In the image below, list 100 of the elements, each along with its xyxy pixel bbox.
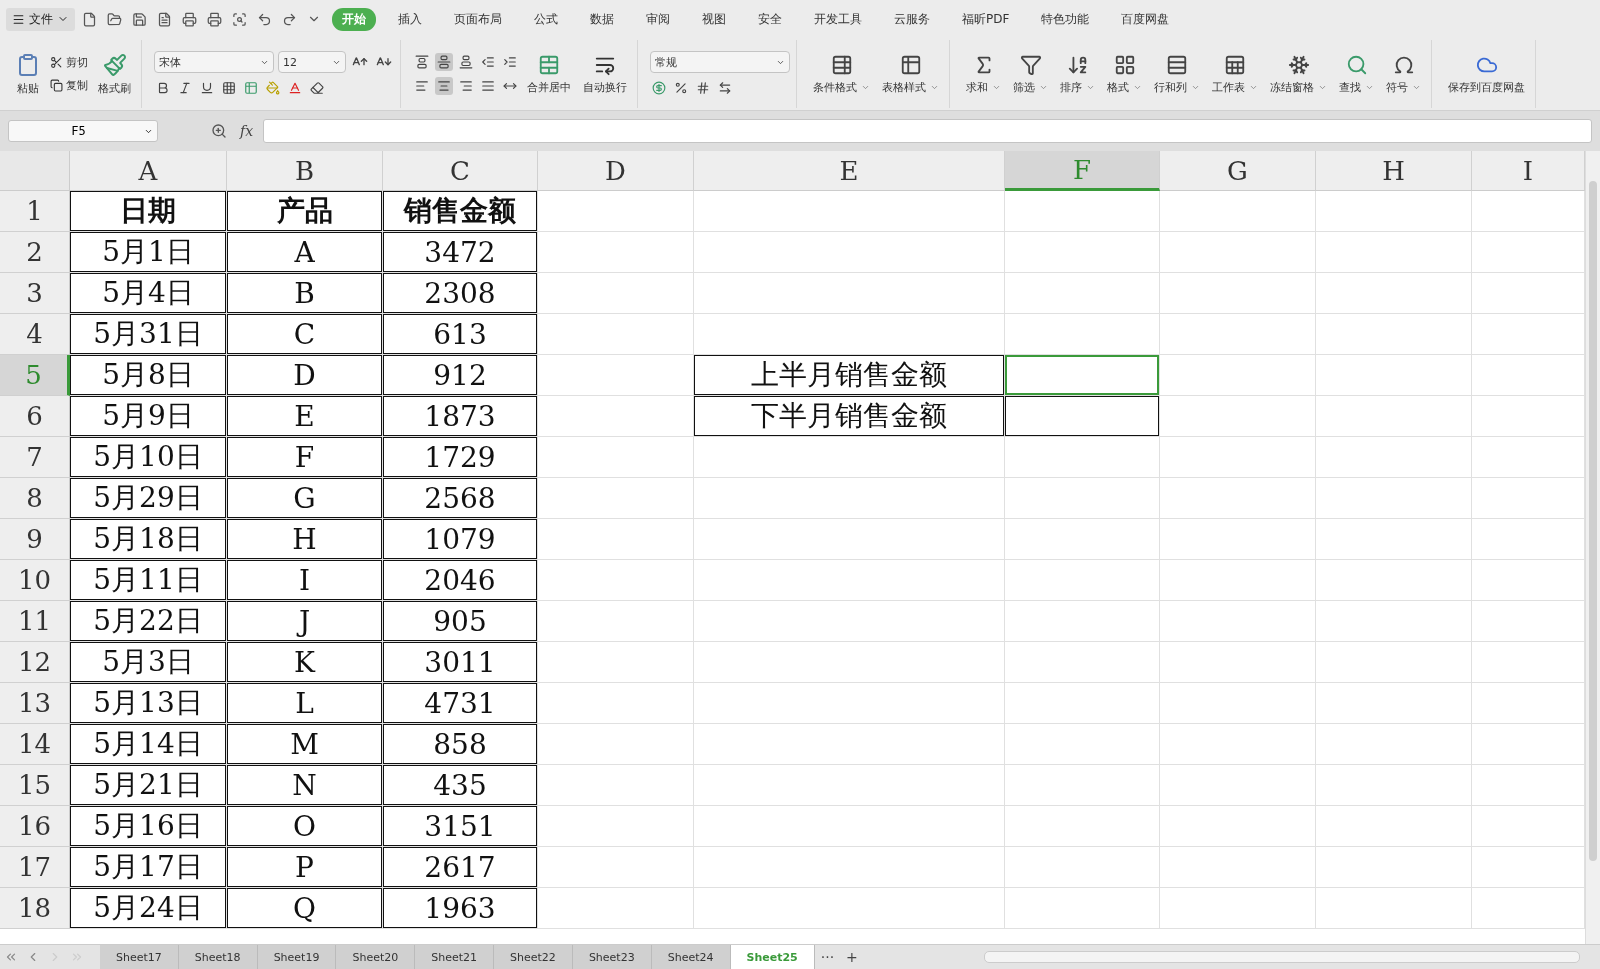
ribbon-tool-button[interactable]: 条件格式 bbox=[809, 51, 874, 97]
column-header[interactable]: I bbox=[1472, 151, 1585, 191]
sheet-tab[interactable]: Sheet24 bbox=[651, 945, 731, 969]
row-header[interactable]: 7 bbox=[0, 437, 70, 478]
row-header[interactable]: 1 bbox=[0, 191, 70, 232]
column-header[interactable]: C bbox=[383, 151, 538, 191]
font-name-dropdown[interactable]: 宋体 bbox=[154, 51, 274, 73]
align-bottom-icon[interactable] bbox=[457, 53, 475, 71]
format-painter-button[interactable]: 格式刷 bbox=[94, 50, 135, 98]
table-cell: 5月8日 bbox=[70, 355, 227, 396]
table-cell: 5月21日 bbox=[70, 765, 227, 806]
column-header[interactable]: E bbox=[694, 151, 1005, 191]
ribbon-tool-button[interactable]: 符号 bbox=[1382, 51, 1425, 97]
horizontal-scrollbar[interactable] bbox=[983, 951, 1580, 963]
row-header[interactable]: 18 bbox=[0, 888, 70, 929]
fill-color-icon[interactable] bbox=[264, 79, 282, 97]
column-header[interactable]: H bbox=[1316, 151, 1472, 191]
menu-tab[interactable]: 安全 bbox=[748, 7, 792, 31]
font-size-dropdown[interactable]: 12 bbox=[278, 51, 346, 73]
menu-tab[interactable]: 插入 bbox=[388, 7, 432, 31]
row-header[interactable]: 3 bbox=[0, 273, 70, 314]
row-header[interactable]: 17 bbox=[0, 847, 70, 888]
cut-button[interactable]: 剪切 bbox=[48, 54, 90, 71]
table-cell: 1079 bbox=[383, 519, 538, 560]
row-header[interactable]: 14 bbox=[0, 724, 70, 765]
ribbon-tool-button[interactable]: 表格样式 bbox=[878, 51, 943, 97]
menu-tab[interactable]: 百度网盘 bbox=[1111, 7, 1180, 31]
row-header[interactable]: 6 bbox=[0, 396, 70, 437]
more-sheets-button[interactable]: ··· bbox=[814, 949, 841, 965]
sheet-tab[interactable]: Sheet18 bbox=[178, 945, 258, 969]
table-cell: 5月13日 bbox=[70, 683, 227, 724]
paste-button[interactable]: 粘贴 bbox=[12, 50, 44, 98]
wrap-text-button[interactable]: 自动换行 bbox=[579, 51, 631, 97]
row-header[interactable]: 12 bbox=[0, 642, 70, 683]
table-cell: 3011 bbox=[383, 642, 538, 683]
align-middle-icon[interactable] bbox=[435, 53, 453, 71]
ribbon-tool-button[interactable]: 工作表 bbox=[1208, 51, 1262, 97]
column-header[interactable]: D bbox=[538, 151, 694, 191]
ribbon-tool-button[interactable]: 求和 bbox=[962, 51, 1005, 97]
row-header[interactable]: 16 bbox=[0, 806, 70, 847]
menu-tab[interactable]: 公式 bbox=[524, 7, 568, 31]
row-header[interactable]: 13 bbox=[0, 683, 70, 724]
fx-label[interactable]: fx bbox=[240, 123, 254, 139]
menu-tab[interactable]: 审阅 bbox=[636, 7, 680, 31]
row-header[interactable]: 15 bbox=[0, 765, 70, 806]
copy-button[interactable]: 复制 bbox=[48, 77, 90, 94]
row-header[interactable]: 2 bbox=[0, 232, 70, 273]
row-header[interactable]: 4 bbox=[0, 314, 70, 355]
table-cell: 1729 bbox=[383, 437, 538, 478]
sheet-tab[interactable]: Sheet19 bbox=[257, 945, 337, 969]
column-header[interactable]: G bbox=[1160, 151, 1316, 191]
table-cell: 产品 bbox=[227, 191, 383, 232]
table-cell: 5月17日 bbox=[70, 847, 227, 888]
ribbon-tool-button[interactable]: 筛选 bbox=[1009, 51, 1052, 97]
row-header[interactable]: 11 bbox=[0, 601, 70, 642]
ribbon-tool-button[interactable]: 格式 bbox=[1103, 51, 1146, 97]
row-header[interactable]: 9 bbox=[0, 519, 70, 560]
ribbon-tool-button[interactable]: 排序 bbox=[1056, 51, 1099, 97]
align-top-icon[interactable] bbox=[413, 53, 431, 71]
menu-tab[interactable]: 特色功能 bbox=[1031, 7, 1100, 31]
sheet-tab[interactable]: Sheet25 bbox=[730, 945, 815, 969]
name-box[interactable]: F5 bbox=[8, 120, 158, 142]
cell-style-icon[interactable] bbox=[242, 79, 260, 97]
column-header[interactable]: A bbox=[70, 151, 227, 191]
row-header[interactable]: 8 bbox=[0, 478, 70, 519]
eraser-icon[interactable] bbox=[308, 79, 326, 97]
sheet-tab[interactable]: Sheet17 bbox=[100, 945, 179, 969]
file-menu[interactable]: 文件 bbox=[6, 7, 75, 31]
sheet-tab[interactable]: Sheet21 bbox=[415, 945, 495, 969]
ribbon-tool-button[interactable]: 冻结窗格 bbox=[1266, 51, 1331, 97]
menu-tab[interactable]: 页面布局 bbox=[444, 7, 512, 31]
formula-input[interactable] bbox=[263, 119, 1592, 143]
table-cell: 2046 bbox=[383, 560, 538, 601]
table-cell: I bbox=[227, 560, 383, 601]
column-header[interactable]: B bbox=[227, 151, 383, 191]
save-to-cloud-button[interactable]: 保存到百度网盘 bbox=[1444, 51, 1529, 97]
ribbon-tool-button[interactable]: 查找 bbox=[1335, 51, 1378, 97]
align-center-icon[interactable] bbox=[435, 77, 453, 95]
menu-tab[interactable]: 开发工具 bbox=[804, 7, 872, 31]
sheet-tab[interactable]: Sheet20 bbox=[336, 945, 416, 969]
menu-tab[interactable]: 视图 bbox=[692, 7, 736, 31]
add-sheet-button[interactable]: + bbox=[840, 949, 864, 965]
sheet-tab[interactable]: Sheet22 bbox=[494, 945, 573, 969]
borders-icon[interactable] bbox=[220, 79, 238, 97]
row-header[interactable]: 10 bbox=[0, 560, 70, 601]
number-format-dropdown[interactable]: 常规 bbox=[650, 51, 790, 73]
ribbon-tool-button[interactable]: 行和列 bbox=[1150, 51, 1204, 97]
menu-tab[interactable]: 福昕PDF bbox=[952, 7, 1020, 31]
table-cell: 5月11日 bbox=[70, 560, 227, 601]
table-cell: E bbox=[227, 396, 383, 437]
table-cell: 5月3日 bbox=[70, 642, 227, 683]
menu-tab[interactable]: 数据 bbox=[580, 7, 624, 31]
sheet-tab[interactable]: Sheet23 bbox=[572, 945, 652, 969]
table-cell: L bbox=[227, 683, 383, 724]
copy-icon bbox=[50, 79, 63, 92]
merge-center-button[interactable]: 合并居中 bbox=[523, 51, 575, 97]
menu-tab[interactable]: 云服务 bbox=[884, 7, 940, 31]
table-cell: 2568 bbox=[383, 478, 538, 519]
table-cell: 日期 bbox=[70, 191, 227, 232]
vertical-scrollbar[interactable] bbox=[1585, 151, 1600, 944]
